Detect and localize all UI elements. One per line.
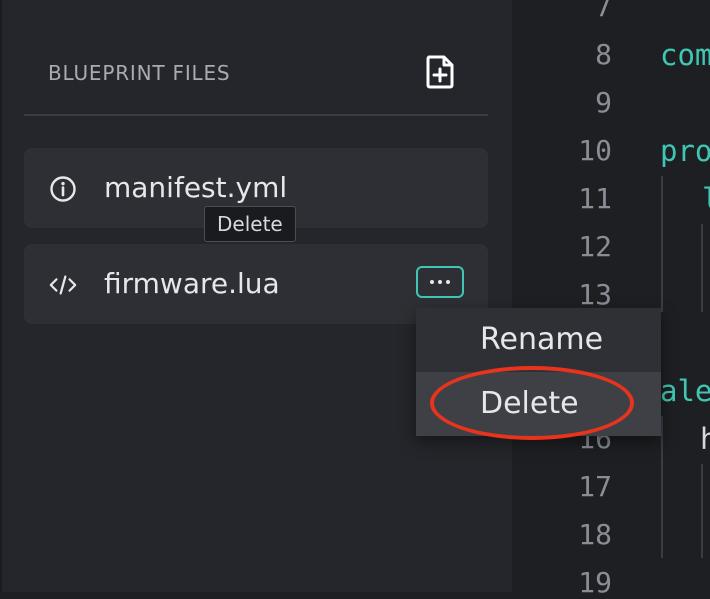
code-icon bbox=[48, 270, 78, 300]
line-number: 11 bbox=[578, 182, 612, 215]
new-file-button[interactable] bbox=[420, 54, 460, 94]
code-fragment: ale bbox=[660, 374, 710, 408]
line-number: 8 bbox=[595, 38, 612, 71]
file-sidebar: BLUEPRINT FILES manifest.yml firmware.lu… bbox=[0, 0, 512, 592]
line-number: 9 bbox=[595, 86, 612, 119]
more-dot bbox=[438, 280, 442, 284]
more-options-button[interactable] bbox=[416, 266, 464, 298]
indent-guide bbox=[661, 416, 663, 558]
line-number: 12 bbox=[578, 230, 612, 263]
line-number: 18 bbox=[578, 518, 612, 551]
file-plus-icon bbox=[424, 54, 456, 94]
line-number: 19 bbox=[578, 566, 612, 599]
indent-guide bbox=[661, 176, 663, 312]
more-dot bbox=[430, 280, 434, 284]
line-number: 7 bbox=[595, 0, 612, 23]
info-icon bbox=[48, 174, 78, 204]
file-name: firmware.lua bbox=[104, 267, 280, 300]
code-fragment: pro bbox=[660, 134, 710, 168]
menu-item-delete[interactable]: Delete bbox=[416, 372, 661, 436]
indent-guide bbox=[701, 464, 703, 558]
sidebar-title: BLUEPRINT FILES bbox=[48, 61, 231, 85]
line-number: 13 bbox=[578, 278, 612, 311]
menu-item-rename[interactable]: Rename bbox=[416, 308, 661, 372]
code-fragment: l bbox=[702, 182, 710, 216]
line-number: 10 bbox=[578, 134, 612, 167]
sidebar-edge bbox=[0, 0, 2, 592]
line-number: 17 bbox=[578, 470, 612, 503]
code-fragment: com bbox=[660, 38, 710, 72]
delete-tooltip: Delete bbox=[204, 206, 296, 242]
line-number-gutter: 7 8 9 10 11 12 13 16 17 18 19 bbox=[512, 0, 612, 599]
more-dot bbox=[446, 280, 450, 284]
sidebar-divider bbox=[24, 114, 488, 116]
file-context-menu: Rename Delete bbox=[416, 308, 661, 436]
file-name: manifest.yml bbox=[104, 171, 288, 204]
code-fragment: h bbox=[700, 422, 710, 456]
indent-guide bbox=[701, 224, 703, 312]
